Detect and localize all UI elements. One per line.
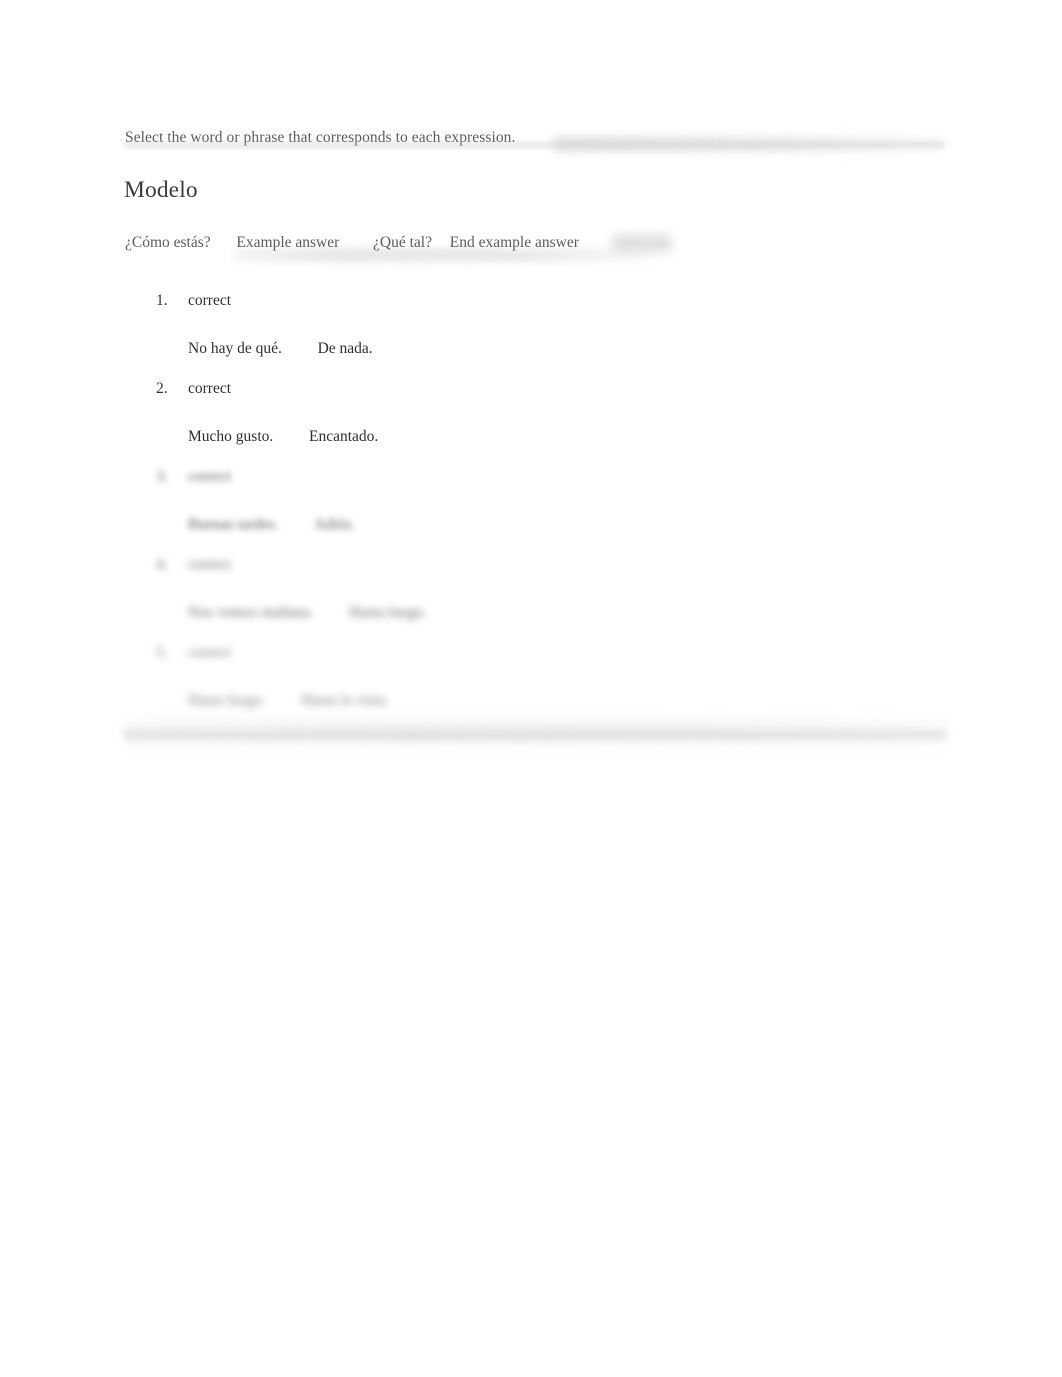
question-status-label: correct [188, 292, 232, 309]
question-header: 5. correct [124, 640, 948, 668]
document-page: Select the word or phrase that correspon… [0, 0, 1062, 1377]
question-number: 2. [156, 380, 168, 397]
question-number: 3. [156, 468, 168, 485]
modelo-end-example-answer-label: End example answer [449, 234, 579, 251]
question-number: 4. [156, 556, 168, 573]
bottom-divider-band [124, 728, 946, 742]
option-choice[interactable]: No hay de qué. [188, 336, 282, 362]
option-choice[interactable]: Adiós. [314, 512, 355, 538]
question-number: 1. [156, 292, 168, 309]
question-header: 2. correct [124, 376, 948, 404]
page-title: Modelo [124, 177, 198, 203]
question-header: 1. correct [124, 288, 948, 316]
option-choice[interactable]: Buenas tardes. [188, 512, 278, 538]
question-header: 4. correct [124, 552, 948, 580]
list-item: 1. correct No hay de qué. De nada. [124, 288, 948, 366]
question-options: Buenas tardes. Adiós. [124, 512, 948, 542]
question-options: No hay de qué. De nada. [124, 336, 948, 366]
modelo-example-row: ¿Cómo estás? Example answer ¿Qué tal? En… [124, 232, 948, 266]
modelo-answer: ¿Qué tal? [373, 234, 432, 251]
question-status-label: correct [188, 644, 232, 661]
question-options: Mucho gusto. Encantado. [124, 424, 948, 454]
option-choice[interactable]: Nos vemos mañana. [188, 600, 313, 626]
instruction-row: Select the word or phrase that correspon… [124, 118, 948, 152]
list-item: 3. correct Buenas tardes. Adiós. [124, 464, 948, 542]
question-options: Nos vemos mañana. Hasta luego. [124, 600, 948, 630]
option-choice[interactable]: Hasta luego. [349, 600, 426, 626]
question-status-label: correct [188, 556, 232, 573]
list-item: 4. correct Nos vemos mañana. Hasta luego… [124, 552, 948, 630]
list-item: 2. correct Mucho gusto. Encantado. [124, 376, 948, 454]
modelo-prompt: ¿Cómo estás? [125, 234, 211, 251]
option-choice[interactable]: Hasta luego. [188, 688, 265, 714]
option-choice[interactable]: Hasta la vista. [301, 688, 388, 714]
question-options: Hasta luego. Hasta la vista. [124, 688, 948, 718]
top-divider-fade [554, 136, 946, 152]
question-header: 3. correct [124, 464, 948, 492]
option-choice[interactable]: Mucho gusto. [188, 424, 273, 450]
option-choice[interactable]: Encantado. [309, 424, 378, 450]
list-item: 5. correct Hasta luego. Hasta la vista. [124, 640, 948, 718]
option-choice[interactable]: De nada. [318, 336, 373, 362]
document-content: Select the word or phrase that correspon… [124, 118, 948, 728]
question-number: 5. [156, 644, 168, 661]
question-status-label: correct [188, 380, 232, 397]
modelo-example-answer-label: Example answer [236, 234, 340, 251]
question-status-label: correct [188, 468, 232, 485]
modelo-example-line: ¿Cómo estás? Example answer ¿Qué tal? En… [125, 232, 579, 254]
modelo-trailing-blob [612, 234, 672, 252]
question-list: 1. correct No hay de qué. De nada. 2. co… [124, 288, 948, 718]
